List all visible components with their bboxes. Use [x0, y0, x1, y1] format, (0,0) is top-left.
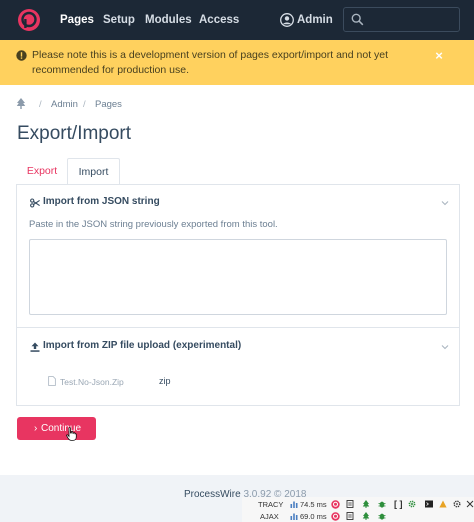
terminal-icon[interactable] [425, 500, 433, 508]
json-section-title: Import from JSON string [43, 196, 160, 207]
dev-notice: Please note this is a development versio… [0, 40, 474, 85]
tree-icon[interactable] [16, 98, 26, 109]
bug-icon[interactable] [378, 512, 386, 520]
main-content: / Admin / Pages Export/Import Export Imp… [0, 85, 474, 475]
zip-section-header[interactable]: Import from ZIP file upload (experimenta… [17, 334, 459, 360]
user-name: Admin [297, 14, 333, 26]
document-icon[interactable] [346, 500, 354, 508]
json-section-description: Paste in the JSON string previously expo… [29, 219, 278, 230]
footer-brand-name[interactable]: ProcessWire [184, 489, 241, 500]
processwire-icon[interactable] [331, 512, 340, 521]
scissors-icon [30, 198, 40, 208]
chevron-right-icon: › [34, 423, 38, 434]
tracy-label[interactable]: TRACY [258, 500, 283, 509]
file-icon [48, 376, 56, 386]
ajax-time: 69.0 ms [300, 512, 327, 521]
search-input[interactable] [368, 11, 456, 28]
tree-icon[interactable] [362, 512, 370, 520]
tracy-time: 74.5 ms [300, 500, 327, 509]
json-string-textarea[interactable] [29, 239, 447, 315]
footer: ProcessWire 3.0.92 © 2018 TRACY 74.5 ms … [0, 475, 474, 522]
processwire-icon[interactable] [331, 500, 340, 509]
continue-button[interactable]: › Continue [17, 417, 96, 440]
brackets-icon[interactable]: [ ] [394, 499, 403, 509]
settings-icon[interactable] [453, 500, 461, 508]
chevron-down-icon[interactable] [441, 343, 449, 351]
bug-icon[interactable] [378, 500, 386, 508]
breadcrumb-pages[interactable]: Pages [95, 99, 122, 110]
search-icon [351, 13, 364, 26]
search-box[interactable] [343, 7, 460, 32]
processwire-logo-icon[interactable] [17, 8, 41, 32]
document-icon[interactable] [346, 512, 354, 520]
user-icon [280, 13, 294, 27]
gear-icon[interactable] [408, 500, 416, 508]
section-divider [17, 327, 459, 328]
breadcrumb-admin[interactable]: Admin [51, 99, 78, 110]
notice-text: Please note this is a development versio… [32, 49, 389, 76]
nav-modules[interactable]: Modules [145, 0, 192, 40]
zip-file-input[interactable]: Test.No-Json.Zip [60, 377, 124, 387]
zip-section-title: Import from ZIP file upload (experimenta… [43, 340, 242, 351]
json-section-header[interactable]: Import from JSON string [17, 190, 459, 216]
close-icon[interactable] [466, 500, 474, 508]
bar-chart-icon [290, 501, 298, 508]
page-title: Export/Import [17, 123, 132, 144]
notice-close-button[interactable]: × [430, 47, 448, 65]
nav-setup[interactable]: Setup [103, 0, 135, 40]
masthead: Pages Setup Modules Access Admin [0, 0, 474, 40]
zip-file-type: zip [159, 376, 171, 386]
chevron-down-icon[interactable] [441, 199, 449, 207]
ajax-label[interactable]: AJAX [260, 512, 279, 521]
warning-icon[interactable] [439, 500, 447, 508]
nav-pages[interactable]: Pages [60, 0, 94, 40]
breadcrumb-separator: / [39, 99, 42, 110]
breadcrumb-separator: / [83, 99, 86, 110]
bar-chart-icon [290, 513, 298, 520]
tracy-debug-bar: TRACY 74.5 ms AJAX 69.0 ms [ ] [242, 497, 474, 522]
tab-import[interactable]: Import [67, 158, 120, 185]
upload-icon [30, 342, 40, 352]
nav-access[interactable]: Access [199, 0, 239, 40]
import-panel: Import from JSON string Paste in the JSO… [16, 184, 460, 406]
hand-cursor-icon [66, 427, 77, 441]
tab-export[interactable]: Export [17, 158, 67, 184]
tree-icon[interactable] [362, 500, 370, 508]
warning-icon [16, 50, 27, 61]
